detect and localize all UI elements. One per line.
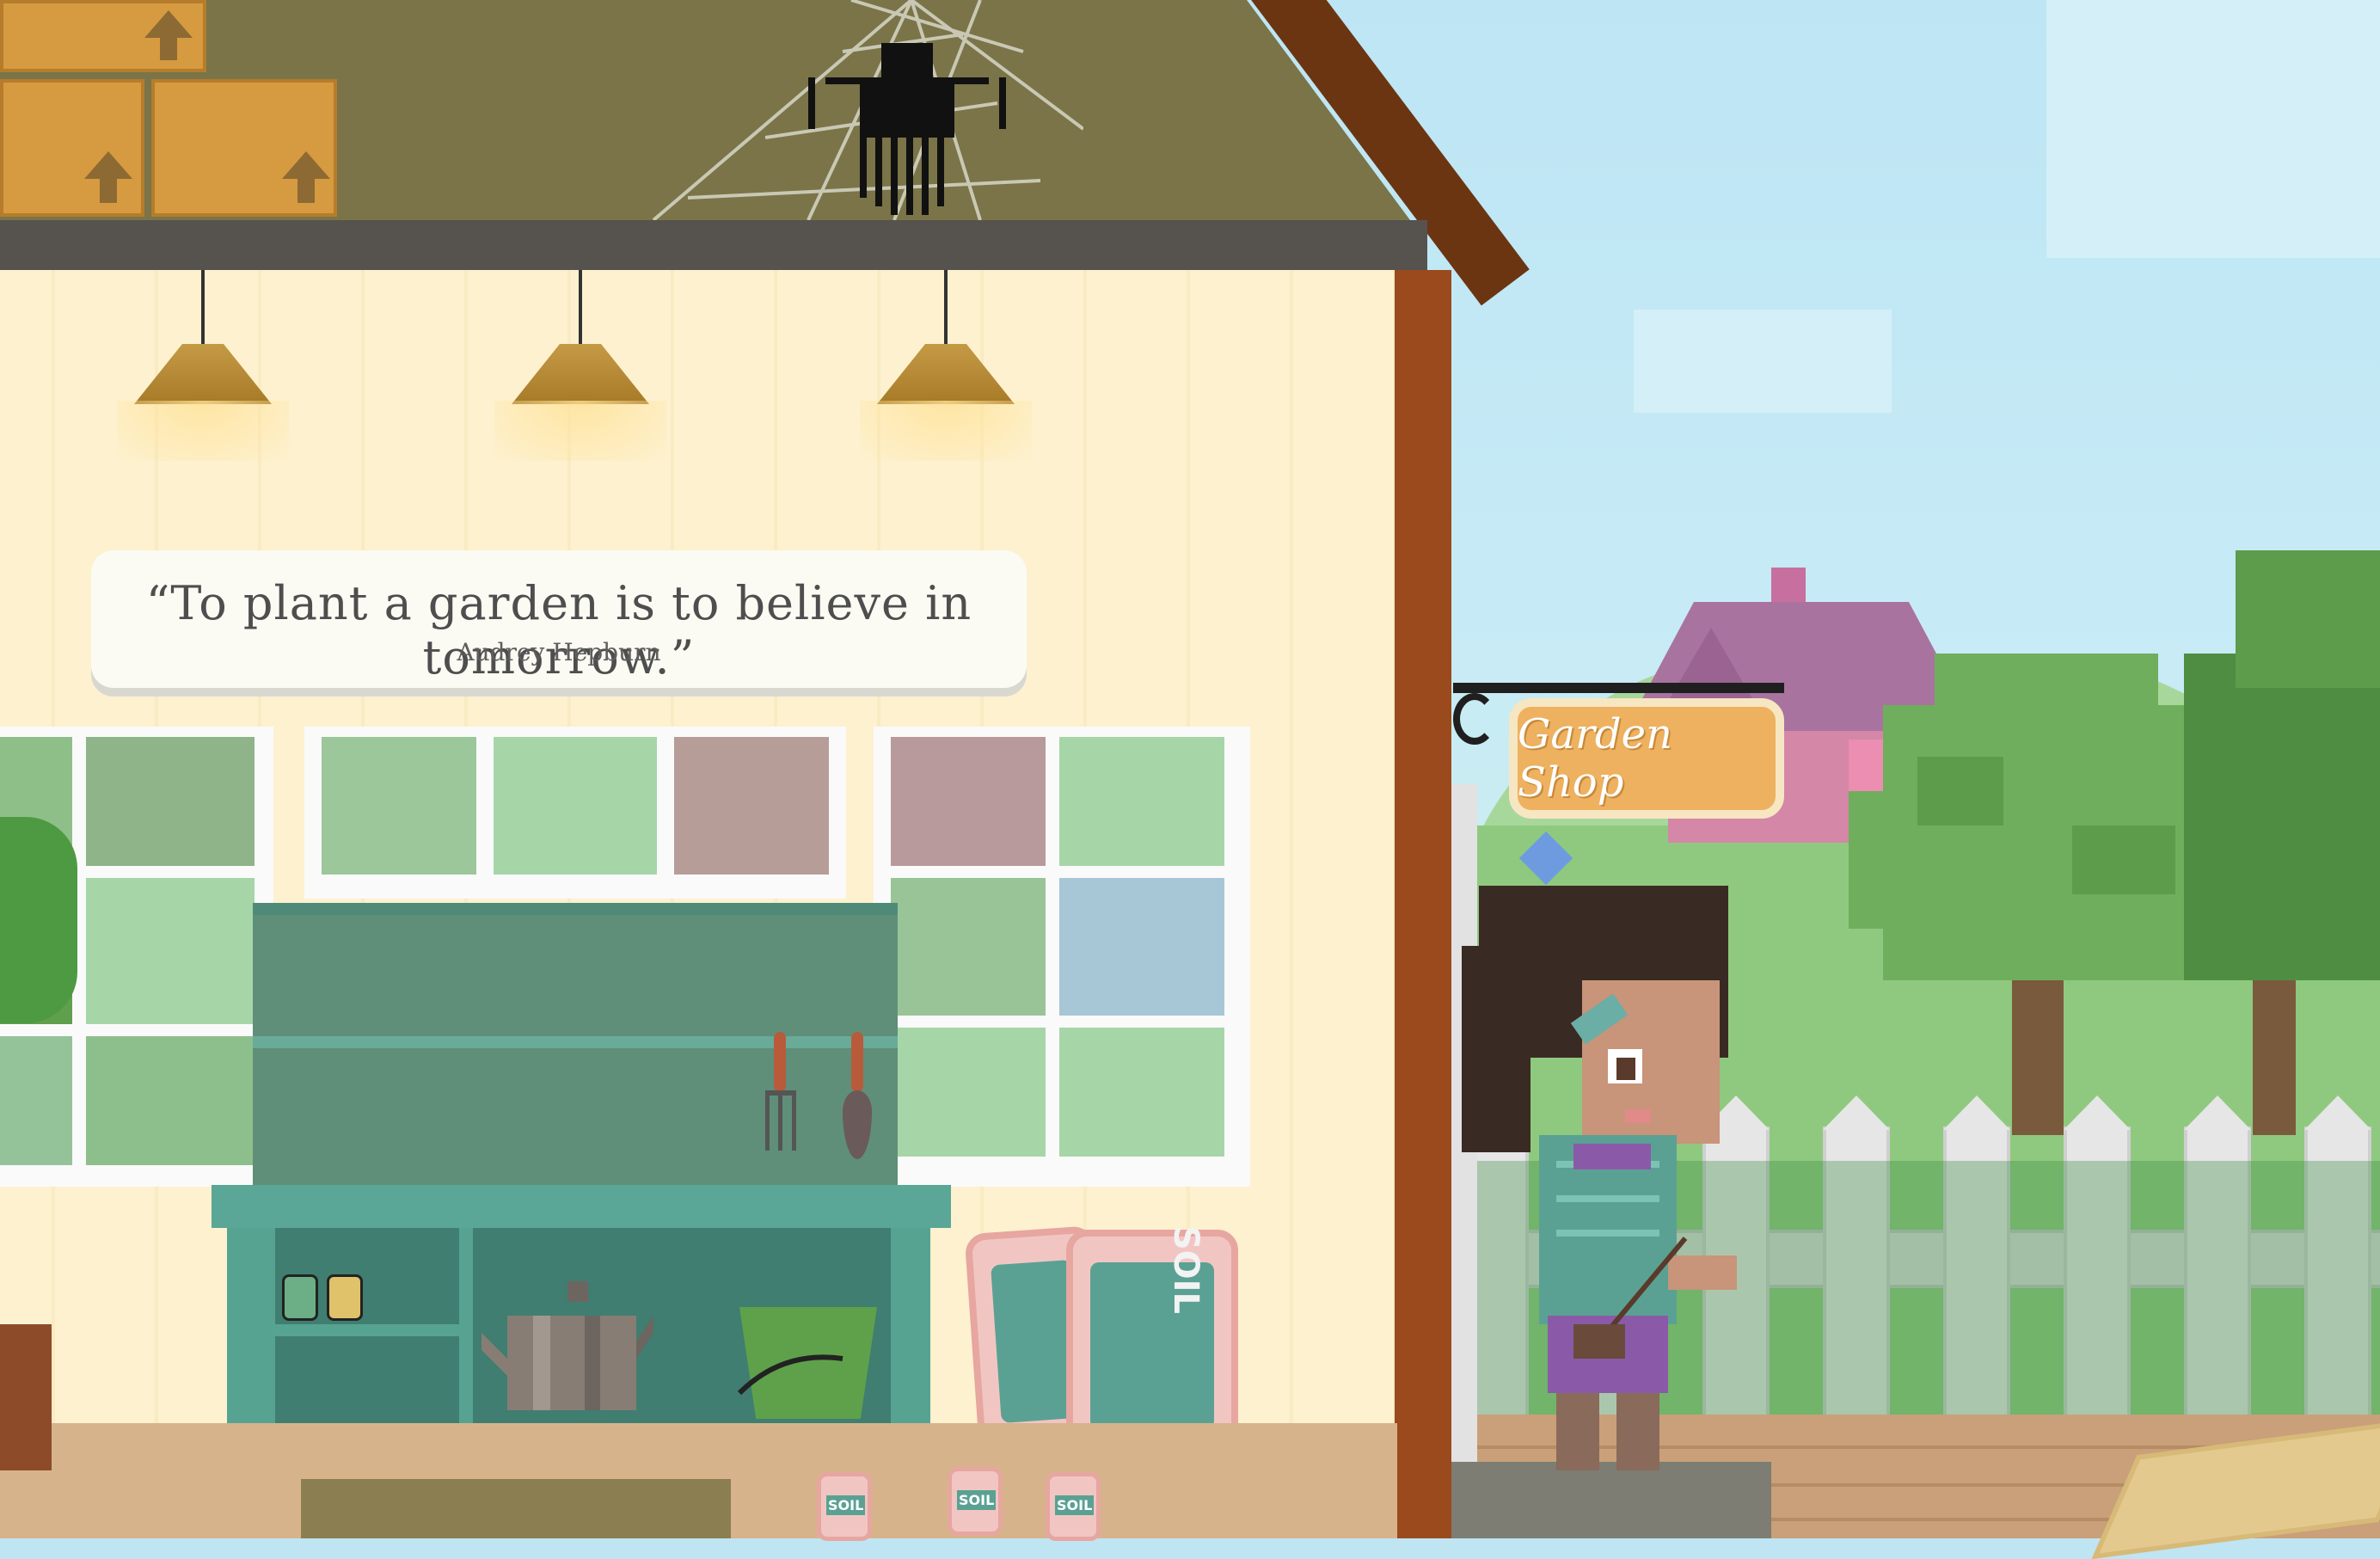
soil-bag-icon[interactable]: SOIL bbox=[948, 1467, 1003, 1536]
sign-label: Garden Shop bbox=[1518, 710, 1672, 807]
cloud bbox=[1634, 310, 1892, 413]
garden-fork-icon bbox=[765, 1090, 796, 1151]
trowel-icon[interactable] bbox=[851, 1032, 863, 1092]
garden-fork-icon[interactable] bbox=[774, 1032, 786, 1092]
garden-shop-sign[interactable]: Garden Shop bbox=[1509, 698, 1784, 819]
soil-bag-label: SOIL bbox=[1166, 1224, 1205, 1314]
watering-can-icon[interactable] bbox=[482, 1281, 653, 1419]
counter-top bbox=[212, 1185, 951, 1228]
sign-curl bbox=[1453, 693, 1496, 745]
soil-bag-label: SOIL bbox=[826, 1495, 866, 1515]
lamp-glow bbox=[117, 401, 289, 461]
seed-packet-icon[interactable] bbox=[327, 1274, 363, 1321]
soil-bag-icon[interactable]: SOIL bbox=[1066, 1225, 1238, 1453]
house-corner-post bbox=[1395, 270, 1451, 1538]
shrub bbox=[0, 817, 77, 1023]
lamp-glow bbox=[860, 401, 1032, 461]
tool-rail bbox=[253, 1036, 898, 1048]
soil-bag-icon[interactable]: SOIL bbox=[817, 1472, 872, 1541]
tree bbox=[2184, 550, 2380, 1135]
bucket-handle bbox=[737, 1354, 843, 1396]
lamp-cord bbox=[944, 270, 948, 356]
sign-bracket bbox=[1453, 683, 1784, 693]
floor-mat bbox=[301, 1479, 731, 1538]
storage-box-icon[interactable] bbox=[0, 0, 206, 72]
spider-icon bbox=[808, 43, 1006, 215]
soil-bag-icon[interactable]: SOIL bbox=[1046, 1472, 1101, 1541]
player-character[interactable] bbox=[1462, 877, 1763, 1479]
storage-box-icon[interactable] bbox=[0, 79, 144, 217]
lamp-cord bbox=[201, 270, 205, 356]
flower-pot[interactable] bbox=[0, 1324, 52, 1470]
quote-author: Audrey Hepburn bbox=[457, 638, 661, 666]
ceiling-beam bbox=[0, 220, 1427, 270]
storage-box-icon[interactable] bbox=[151, 79, 337, 217]
soil-bag-label: SOIL bbox=[957, 1490, 997, 1510]
quote-text: “To plant a garden is to believe in tomo… bbox=[145, 576, 972, 684]
lamp-cord bbox=[579, 270, 582, 356]
soil-bag-label: SOIL bbox=[1055, 1495, 1095, 1515]
cloud bbox=[2046, 0, 2380, 258]
shop-window bbox=[304, 727, 846, 899]
lamp-glow bbox=[494, 401, 666, 461]
shop-window bbox=[874, 727, 1250, 1187]
quote-board: “To plant a garden is to believe in tomo… bbox=[91, 550, 1027, 688]
seed-packet-icon[interactable] bbox=[282, 1274, 318, 1321]
